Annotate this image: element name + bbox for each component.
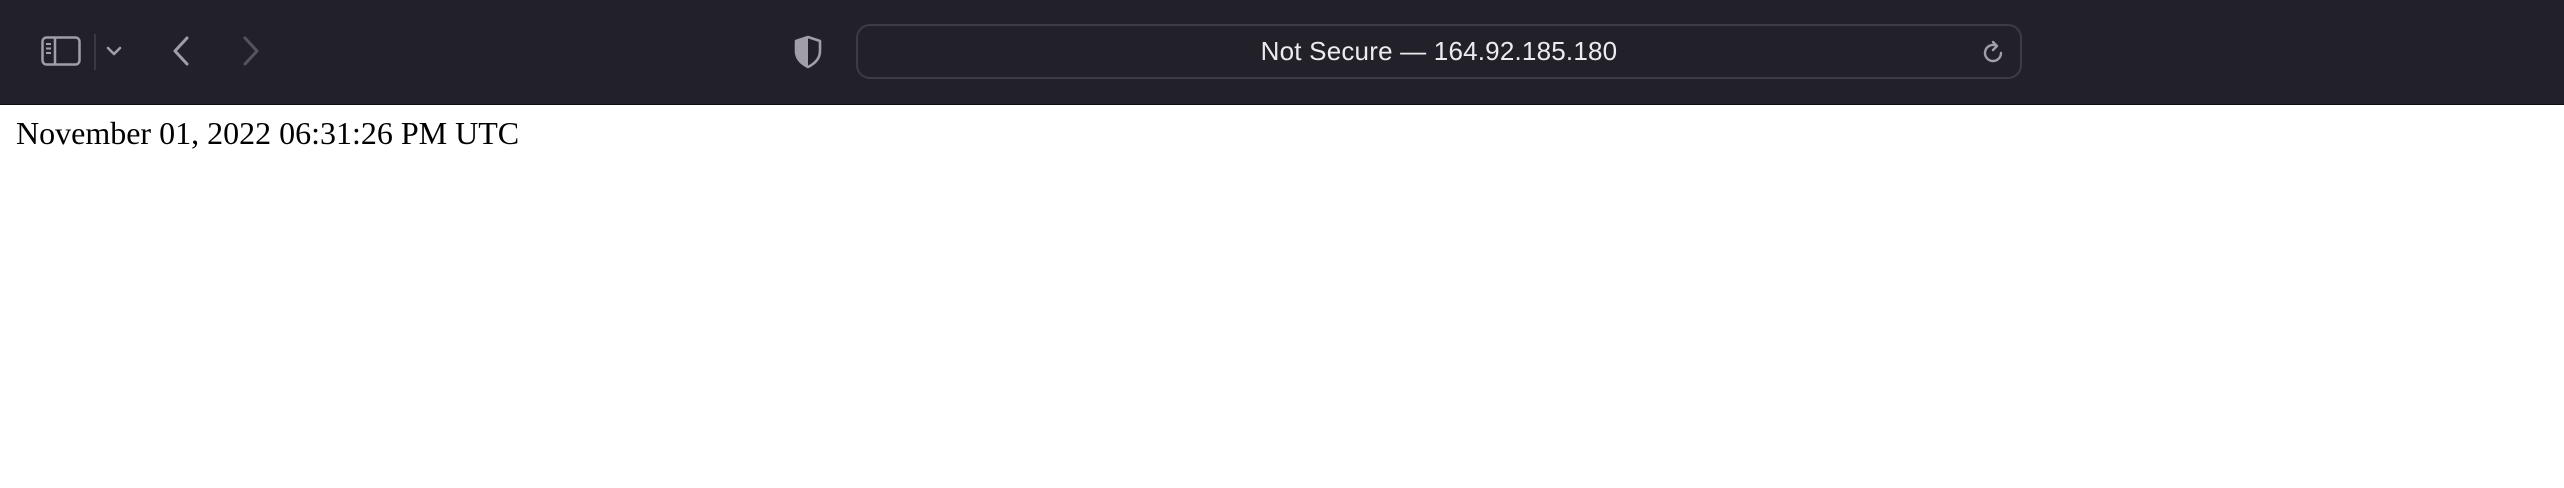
chevron-left-icon	[171, 35, 191, 67]
toolbar-divider	[94, 34, 96, 70]
chevron-down-icon	[106, 46, 122, 56]
forward-button[interactable]	[234, 30, 268, 72]
address-text: Not Secure — 164.92.185.180	[1260, 36, 1618, 66]
reload-icon	[1980, 40, 2006, 66]
reload-button[interactable]	[1976, 36, 2010, 70]
privacy-report-button[interactable]	[788, 30, 828, 74]
browser-toolbar: Not Secure — 164.92.185.180	[0, 0, 2564, 105]
page-content: November 01, 2022 06:31:26 PM UTC	[0, 105, 2564, 488]
chevron-right-icon	[241, 35, 261, 67]
sidebar-menu-button[interactable]	[100, 36, 128, 66]
sidebar-icon	[41, 36, 81, 66]
sidebar-toggle-button[interactable]	[36, 30, 86, 72]
shield-icon	[793, 35, 823, 69]
page-timestamp: November 01, 2022 06:31:26 PM UTC	[16, 115, 520, 151]
address-bar[interactable]: Not Secure — 164.92.185.180	[856, 24, 2022, 79]
back-button[interactable]	[164, 30, 198, 72]
